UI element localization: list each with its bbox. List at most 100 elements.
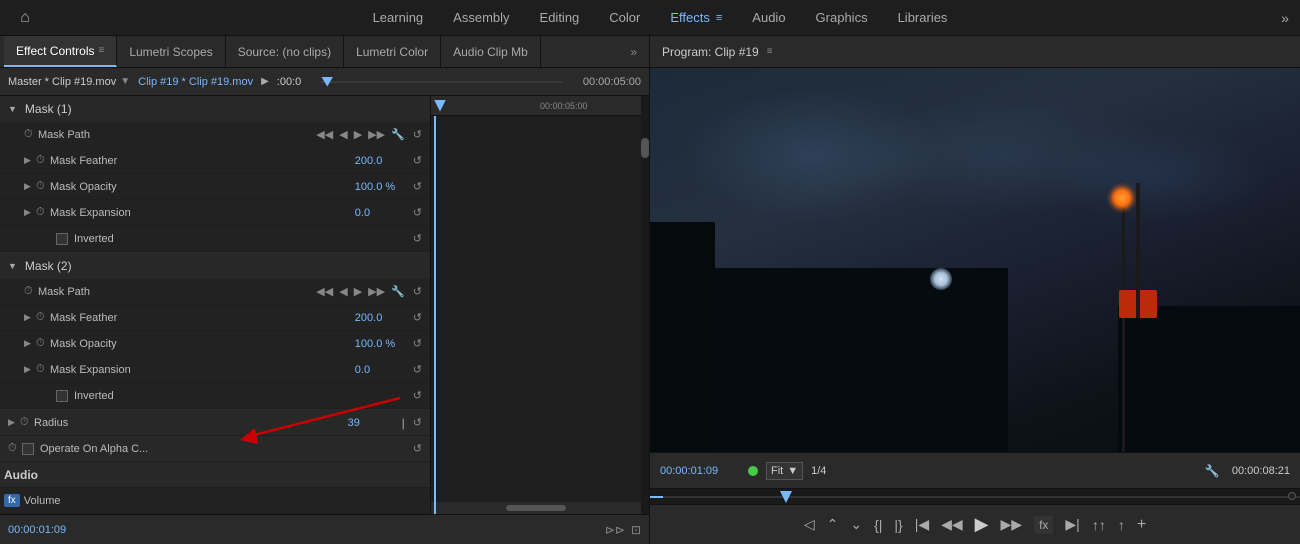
nav-editing[interactable]: Editing <box>540 6 580 29</box>
pt-mark-left[interactable]: {| <box>874 517 882 533</box>
radius-stopwatch[interactable]: ⏱ <box>20 416 34 429</box>
pt-lift[interactable]: ↑↑ <box>1092 517 1106 533</box>
mask2-path-btn-tool[interactable]: 🔧 <box>391 285 405 298</box>
mask1-feather-expand[interactable]: ▶ <box>24 155 36 166</box>
clip-name[interactable]: Clip #19 * Clip #19.mov <box>138 76 253 88</box>
mask2-expansion-value[interactable]: 0.0 <box>355 364 405 376</box>
pt-mark-in[interactable]: ◁ <box>804 516 815 533</box>
pt-step-fwd-clip[interactable]: ⌄ <box>850 516 862 533</box>
tab-lumetri-color[interactable]: Lumetri Color <box>344 36 441 67</box>
nav-audio[interactable]: Audio <box>752 6 785 29</box>
mask1-expansion-reset[interactable]: ↺ <box>413 206 422 219</box>
mask1-inverted-checkbox[interactable] <box>56 233 68 245</box>
bottom-btn-add-keyframe[interactable]: ⊳⊳ <box>605 523 625 537</box>
mask2-path-stopwatch[interactable]: ⏱ <box>24 285 38 298</box>
pt-fx-btn[interactable]: fx <box>1034 516 1053 534</box>
nav-graphics[interactable]: Graphics <box>816 6 868 29</box>
timeline-scrollbar-v[interactable] <box>641 96 649 514</box>
radius-reset[interactable]: ↺ <box>413 416 422 429</box>
tab-source[interactable]: Source: (no clips) <box>226 36 344 67</box>
mask2-expansion-stopwatch[interactable]: ⏱ <box>36 363 50 376</box>
timeline-scrollbar-thumb[interactable] <box>641 138 649 158</box>
audio-label: Audio <box>4 468 38 482</box>
nav-color[interactable]: Color <box>609 6 640 29</box>
mask1-path-reset[interactable]: ↺ <box>413 128 422 141</box>
mask1-path-btn-play[interactable]: ▶ <box>354 128 362 141</box>
mask2-opacity-stopwatch[interactable]: ⏱ <box>36 337 50 350</box>
mask2-opacity-value[interactable]: 100.0 % <box>355 338 405 350</box>
mask1-path-btn-begin[interactable]: ◀◀ <box>316 128 333 141</box>
mask1-feather-value[interactable]: 200.0 <box>355 155 405 167</box>
mask2-inverted-checkbox[interactable] <box>56 390 68 402</box>
mask1-opacity-expand[interactable]: ▶ <box>24 181 36 192</box>
mask2-path-btn-play[interactable]: ▶ <box>354 285 362 298</box>
mask1-expansion-expand[interactable]: ▶ <box>24 207 36 218</box>
mask1-opacity-value[interactable]: 100.0 % <box>355 181 405 193</box>
nav-overflow[interactable]: » <box>1270 10 1300 26</box>
operate-alpha-reset[interactable]: ↺ <box>413 442 422 455</box>
tab-lumetri-scopes[interactable]: Lumetri Scopes <box>117 36 225 67</box>
pt-mark-right[interactable]: |} <box>894 517 902 533</box>
mask1-path-stopwatch[interactable]: ⏱ <box>24 128 38 141</box>
mask1-inverted-reset[interactable]: ↺ <box>413 232 422 245</box>
radius-expand[interactable]: ▶ <box>8 417 20 428</box>
mask2-path-reset[interactable]: ↺ <box>413 285 422 298</box>
master-clip-selector[interactable]: Master * Clip #19.mov ▼ <box>8 76 130 88</box>
nav-assembly[interactable]: Assembly <box>453 6 509 29</box>
mask2-feather-reset[interactable]: ↺ <box>413 311 422 324</box>
mask1-path-btn-next[interactable]: ▶▶ <box>368 128 385 141</box>
mask2-expansion-reset[interactable]: ↺ <box>413 363 422 376</box>
tab-effect-controls-menu[interactable]: ≡ <box>98 45 104 56</box>
mask1-opacity-stopwatch[interactable]: ⏱ <box>36 180 50 193</box>
radius-value[interactable]: 39 <box>348 417 398 429</box>
pt-go-mark-out[interactable]: ▶| <box>1065 516 1079 533</box>
mask1-feather-stopwatch[interactable]: ⏱ <box>36 154 50 167</box>
left-panel-inner: ▼ Mask (1) ⏱ Mask Path ◀◀ ◀ ▶ ▶▶ 🔧 <box>0 96 649 514</box>
vc-wrench-icon[interactable]: 🔧 <box>1205 464 1220 478</box>
program-playhead-bar[interactable] <box>650 488 1300 504</box>
mask2-path-btn-begin[interactable]: ◀◀ <box>316 285 333 298</box>
nav-learning[interactable]: Learning <box>373 6 424 29</box>
timeline-ruler[interactable]: 00:00:05:00 <box>431 96 649 116</box>
tab-effect-controls[interactable]: Effect Controls ≡ <box>4 36 117 67</box>
pt-extract[interactable]: ↑ <box>1118 517 1125 533</box>
pt-play[interactable]: ▶ <box>975 514 989 535</box>
program-menu-icon[interactable]: ≡ <box>767 46 773 57</box>
operate-alpha-row: ⏱ Operate On Alpha C... ↺ <box>0 436 430 462</box>
mask2-path-btn-next[interactable]: ▶▶ <box>368 285 385 298</box>
mask2-inverted-reset[interactable]: ↺ <box>413 389 422 402</box>
bottom-btn-settings[interactable]: ⊡ <box>631 523 641 537</box>
mask2-expansion-expand[interactable]: ▶ <box>24 364 36 375</box>
panel-tabs-overflow[interactable]: » <box>622 45 645 59</box>
mask2-path-controls: ◀◀ ◀ ▶ ▶▶ 🔧 <box>316 285 404 298</box>
mask2-opacity-reset[interactable]: ↺ <box>413 337 422 350</box>
operate-stopwatch[interactable]: ⏱ <box>8 442 22 455</box>
pt-step-back-clip[interactable]: ⌃ <box>827 516 839 533</box>
mask2-header[interactable]: ▼ Mask (2) <box>0 253 430 279</box>
vc-fit-select[interactable]: Fit ▼ <box>766 462 803 480</box>
pt-go-mark-in[interactable]: |◀ <box>915 516 929 533</box>
tab-audio-clip[interactable]: Audio Clip Mb <box>441 36 541 67</box>
pt-step-fwd[interactable]: ▶▶ <box>1001 516 1023 533</box>
home-button[interactable]: ⌂ <box>0 9 50 27</box>
mask1-opacity-reset[interactable]: ↺ <box>413 180 422 193</box>
mask1-path-btn-prev[interactable]: ◀ <box>339 128 347 141</box>
mask2-feather-expand[interactable]: ▶ <box>24 312 36 323</box>
program-transport: ◁ ⌃ ⌄ {| |} |◀ ◀◀ ▶ ▶▶ fx ▶| ↑↑ ↑ + <box>650 504 1300 544</box>
mask2-feather-value[interactable]: 200.0 <box>355 312 405 324</box>
pt-add-button[interactable]: + <box>1137 516 1146 534</box>
mask1-feather-reset[interactable]: ↺ <box>413 154 422 167</box>
mask1-header[interactable]: ▼ Mask (1) <box>0 96 430 122</box>
mask1-expansion-stopwatch[interactable]: ⏱ <box>36 206 50 219</box>
timeline-bar[interactable] <box>321 81 563 83</box>
pt-step-back[interactable]: ◀◀ <box>941 516 963 533</box>
timeline-scrollbar-h[interactable] <box>431 502 641 514</box>
nav-effects[interactable]: Effects ≡ <box>670 6 722 29</box>
mask2-feather-stopwatch[interactable]: ⏱ <box>36 311 50 324</box>
operate-alpha-checkbox[interactable] <box>22 443 34 455</box>
mask1-expansion-value[interactable]: 0.0 <box>355 207 405 219</box>
mask2-path-btn-prev[interactable]: ◀ <box>339 285 347 298</box>
nav-libraries[interactable]: Libraries <box>898 6 948 29</box>
mask1-path-btn-tool[interactable]: 🔧 <box>391 128 405 141</box>
mask2-opacity-expand[interactable]: ▶ <box>24 338 36 349</box>
